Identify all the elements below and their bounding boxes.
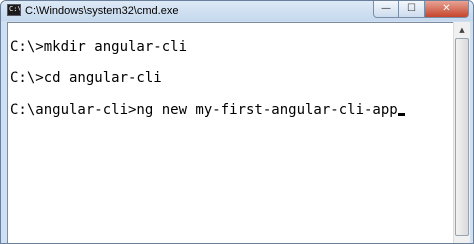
- window-title: C:\Windows\system32\cmd.exe: [25, 5, 179, 17]
- close-button[interactable]: ✕: [425, 1, 469, 18]
- console-line: C:\angular-cli>ng new my-first-angular-c…: [10, 102, 398, 118]
- vertical-scrollbar[interactable]: ▲: [453, 22, 470, 243]
- console-output[interactable]: C:\>mkdir angular-cli C:\>cd angular-cli…: [7, 22, 453, 243]
- maximize-button[interactable]: ☐: [399, 1, 425, 18]
- text-cursor: [397, 113, 405, 116]
- cmd-window: C:\ C:\Windows\system32\cmd.exe — ☐ ✕ C:…: [0, 0, 474, 244]
- console-line: C:\>cd angular-cli: [10, 70, 162, 86]
- window-controls: — ☐ ✕: [373, 1, 469, 18]
- console-app-icon[interactable]: C:\: [7, 4, 21, 16]
- scroll-up-icon[interactable]: ▲: [454, 22, 470, 38]
- minimize-button[interactable]: —: [373, 1, 399, 18]
- scroll-thumb[interactable]: [455, 38, 469, 236]
- title-bar[interactable]: C:\ C:\Windows\system32\cmd.exe — ☐ ✕: [1, 1, 473, 21]
- console-line: C:\>mkdir angular-cli: [10, 39, 188, 55]
- console-input-line[interactable]: C:\angular-cli>ng new my-first-angular-c…: [10, 102, 405, 118]
